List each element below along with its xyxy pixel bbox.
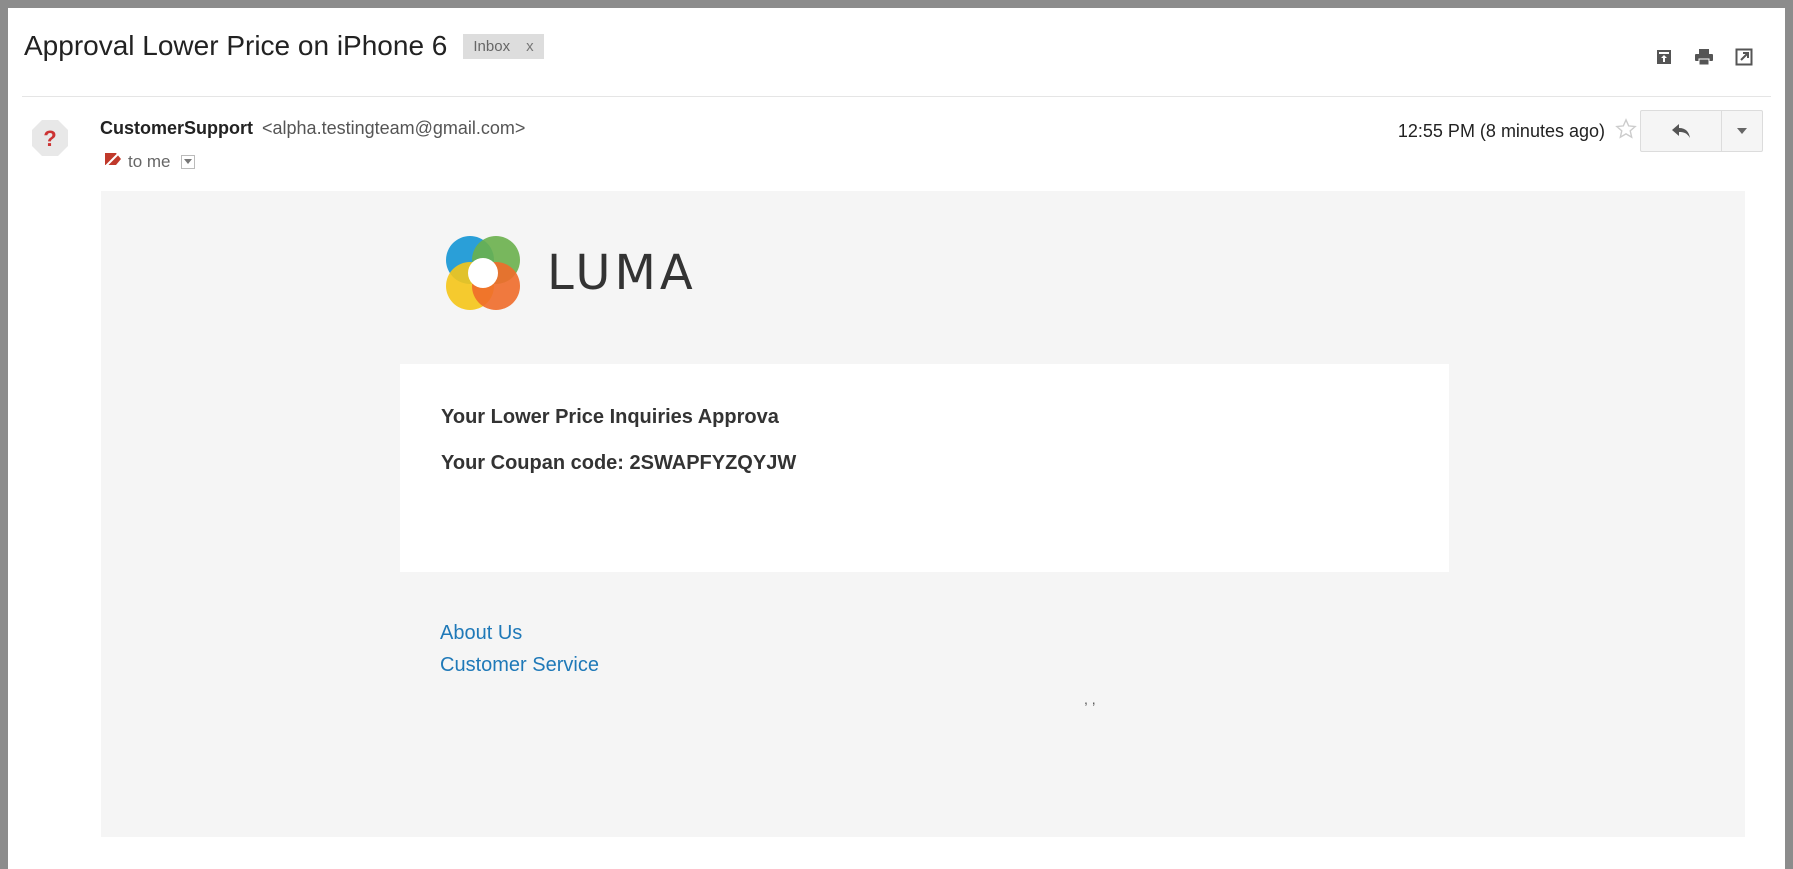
print-icon[interactable] (1693, 46, 1715, 68)
email-subject: Approval Lower Price on iPhone 6 (24, 30, 448, 61)
reply-icon (1672, 124, 1690, 138)
chevron-down-icon (183, 158, 192, 164)
new-window-icon[interactable] (1733, 46, 1755, 68)
sender-email: <alpha.testingteam@gmail.com> (262, 118, 526, 138)
customer-service-link[interactable]: Customer Service (440, 649, 599, 681)
remove-label-button[interactable]: x (526, 38, 534, 55)
header-divider (22, 96, 1771, 97)
reply-button-group (1640, 110, 1763, 152)
recipient-details-toggle[interactable] (180, 154, 195, 169)
approval-message: Your Lower Price Inquiries Approva (441, 406, 779, 428)
subject-row: Approval Lower Price on iPhone 6 Inbox x (24, 30, 544, 62)
top-actions (1653, 46, 1755, 68)
recipient-line: to me (104, 151, 195, 172)
luma-logo: LUMA (441, 231, 697, 315)
time-area: 12:55 PM (8 minutes ago) (1398, 118, 1637, 145)
luma-wordmark: LUMA (547, 245, 697, 301)
footer-links: About Us Customer Service (440, 617, 599, 681)
star-icon[interactable] (1615, 118, 1637, 145)
sender-name[interactable]: CustomerSupport (100, 118, 253, 138)
chevron-down-icon (1737, 128, 1747, 134)
sender-avatar[interactable]: ? (30, 118, 70, 158)
footer-address: , , (1084, 691, 1096, 707)
reply-button[interactable] (1641, 111, 1722, 151)
important-marker-icon[interactable] (104, 151, 122, 172)
inbox-label-chip[interactable]: Inbox x (463, 33, 544, 59)
email-body: LUMA Your Lower Price Inquiries Approva … (101, 191, 1745, 837)
archive-icon[interactable] (1653, 46, 1675, 68)
inbox-label-text: Inbox (473, 37, 511, 55)
about-us-link[interactable]: About Us (440, 617, 599, 649)
email-timestamp: 12:55 PM (8 minutes ago) (1397, 121, 1605, 141)
avatar-glyph: ? (43, 126, 56, 151)
message-content-box: Your Lower Price Inquiries Approva Your … (400, 364, 1449, 572)
recipient-text: to me (128, 151, 171, 171)
sender-line: CustomerSupport <alpha.testingteam@gmail… (100, 118, 525, 139)
email-window: Approval Lower Price on iPhone 6 Inbox x (0, 0, 1793, 869)
more-options-button[interactable] (1722, 111, 1762, 151)
luma-logo-icon (446, 236, 520, 310)
coupon-code-message: Your Coupan code: 2SWAPFYZQYJW (441, 452, 797, 474)
